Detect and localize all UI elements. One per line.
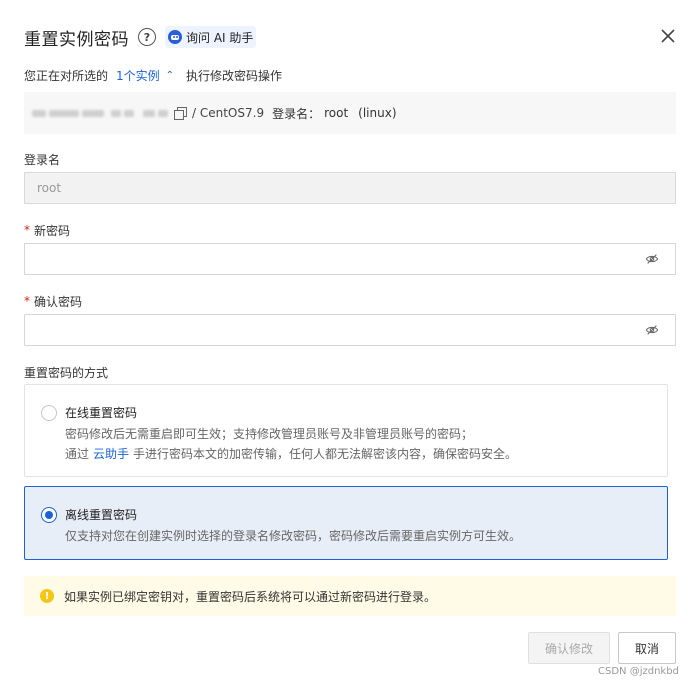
warning-icon: ! [40,589,54,603]
login-name-value: root [37,181,62,195]
online-reset-desc-suffix: 手进行密码本文的加密传输，任何人都无法解密该内容，确保密码安全。 [133,447,518,461]
ask-ai-assistant-button[interactable]: 询问 AI 助手 [165,26,257,48]
chevron-up-icon[interactable]: ⌃ [166,70,174,81]
redacted-instance-name [32,109,168,117]
offline-reset-radio[interactable] [41,507,57,523]
required-marker: * [24,294,30,308]
online-reset-desc-2: 通过 云助手 手进行密码本文的加密传输，任何人都无法解密该内容，确保密码安全。 [65,445,517,462]
ask-ai-assistant-label: 询问 AI 助手 [186,30,254,45]
instance-login-label: 登录名： [272,106,321,121]
keypair-notice: ! 如果实例已绑定密钥对，重置密码后系统将可以通过新密码进行登录。 [24,576,676,616]
reset-method-label: 重置密码的方式 [24,365,109,380]
new-password-input[interactable] [37,252,612,266]
instance-info: / CentOS7.9 登录名： root (linux) [24,92,676,134]
new-password-label-text: 新密码 [34,223,71,238]
notice-text: 如果实例已绑定密钥对，重置密码后系统将可以通过新密码进行登录。 [64,589,437,604]
instance-count-link[interactable]: 1个实例 [116,67,160,84]
confirm-password-label-text: 确认密码 [34,294,83,309]
robot-icon [168,30,182,44]
instance-login-value: root [324,106,349,120]
offline-reset-title: 离线重置密码 [65,508,138,522]
new-password-label: * 新密码 [24,222,70,238]
option-online-reset[interactable]: 在线重置密码 密码修改后无需重启即可生效；支持修改管理员账号及非管理员账号的密码… [24,384,668,477]
required-marker: * [24,223,30,237]
selection-suffix: 执行修改密码操作 [186,68,283,83]
dialog-header: 重置实例密码 ? 询问 AI 助手 [24,24,257,50]
login-name-label: 登录名 [24,152,61,167]
option-offline-reset[interactable]: 离线重置密码 仅支持对您在创建实例时选择的登录名修改密码，密码修改后需要重启实例… [24,486,668,560]
confirm-change-button[interactable]: 确认修改 [528,632,610,664]
copy-icon[interactable] [174,107,187,120]
confirm-password-field[interactable] [24,314,676,346]
cancel-button[interactable]: 取消 [618,632,676,664]
eye-off-icon[interactable] [645,252,659,266]
dialog-title: 重置实例密码 [24,29,129,50]
offline-reset-desc: 仅支持对您在创建实例时选择的登录名修改密码，密码修改后需要重启实例方可生效。 [65,529,522,543]
online-reset-desc: 密码修改后无需重启即可生效；支持修改管理员账号及非管理员账号的密码； [65,427,474,441]
selection-prefix: 您正在对所选的 [24,68,109,83]
selection-summary: 您正在对所选的 1个实例 ⌃ 执行修改密码操作 [24,66,282,84]
instance-os: / CentOS7.9 [192,106,265,120]
close-icon[interactable] [658,26,678,46]
confirm-password-label: * 确认密码 [24,293,82,309]
online-reset-desc-prefix: 通过 [65,447,90,461]
reset-password-dialog: 重置实例密码 ? 询问 AI 助手 您正在对所选的 1个实例 ⌃ 执行修改密码操… [0,0,700,684]
watermark: CSDN @jzdnkbd [598,666,679,677]
confirm-password-input[interactable] [37,323,612,337]
login-name-field: root [24,172,676,204]
online-reset-title: 在线重置密码 [65,406,138,420]
online-reset-radio[interactable] [41,405,57,421]
instance-os-type: (linux) [358,106,397,120]
new-password-field[interactable] [24,243,676,275]
cloud-assistant-link[interactable]: 云助手 [93,447,129,461]
eye-off-icon[interactable] [645,323,659,337]
help-icon[interactable]: ? [138,28,156,46]
